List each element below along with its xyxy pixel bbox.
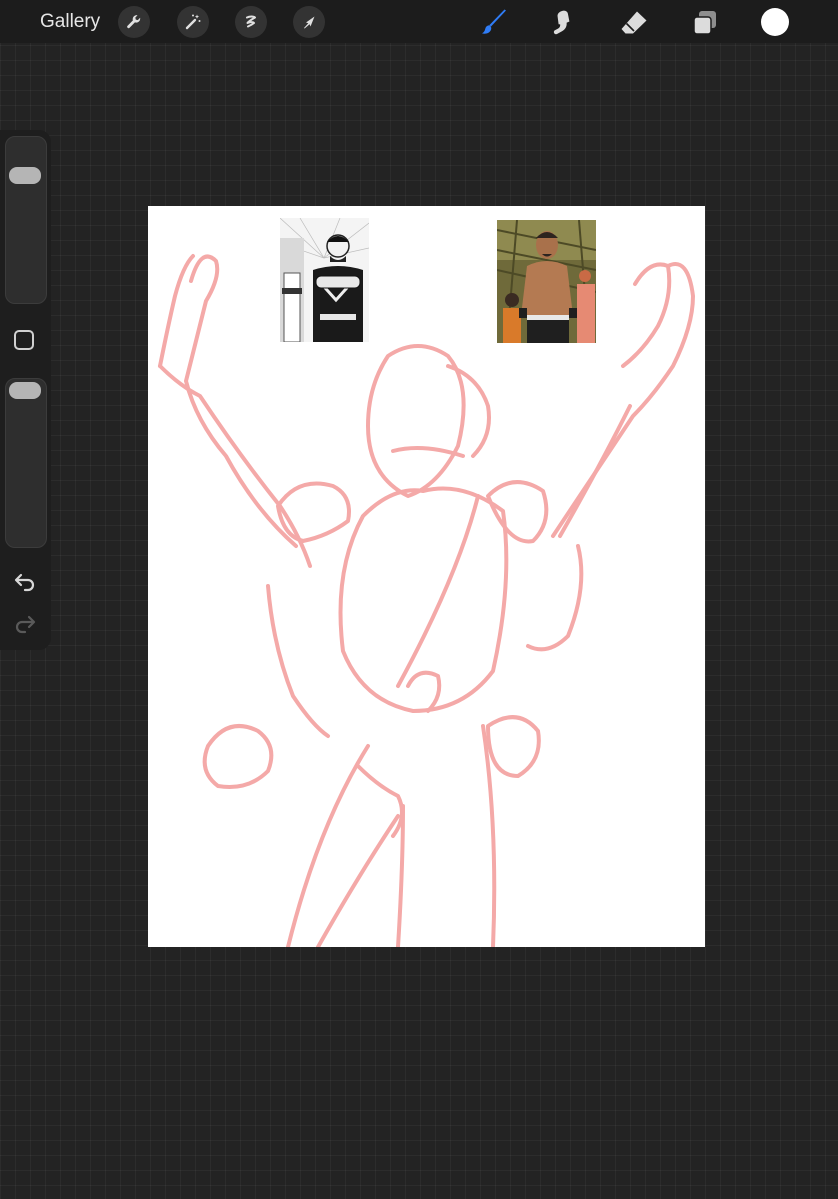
top-toolbar: Gallery [0,0,838,43]
wrench-icon [127,15,141,29]
brush-icon [482,9,506,34]
eraser-icon [621,11,647,34]
undo-icon [14,573,35,592]
opacity-slider[interactable] [5,378,47,548]
redo-icon [15,615,36,634]
figure-sketch [158,254,695,947]
opacity-slider-knob[interactable] [9,382,41,399]
magic-wand-icon [185,14,201,30]
brush-size-slider-knob[interactable] [9,167,41,184]
left-sidebar [0,130,51,650]
smudge-tool-button[interactable] [547,6,581,40]
eraser-tool-button[interactable] [617,6,651,40]
drawing-canvas[interactable] [148,206,705,947]
modify-button[interactable] [14,330,34,350]
brush-tool-button[interactable] [477,6,511,40]
actions-button[interactable] [118,6,150,38]
undo-button[interactable] [12,570,38,592]
transform-arrow-icon [304,16,315,29]
brush-size-slider[interactable] [5,136,47,304]
redo-button[interactable] [12,612,38,634]
selection-icon [246,15,256,28]
adjustments-button[interactable] [177,6,209,38]
smudge-icon [553,10,570,35]
layers-icon [693,11,716,35]
selection-button[interactable] [235,6,267,38]
gallery-button[interactable]: Gallery [40,10,100,34]
color-picker-button[interactable] [761,8,789,36]
layers-button[interactable] [688,6,722,40]
transform-button[interactable] [293,6,325,38]
